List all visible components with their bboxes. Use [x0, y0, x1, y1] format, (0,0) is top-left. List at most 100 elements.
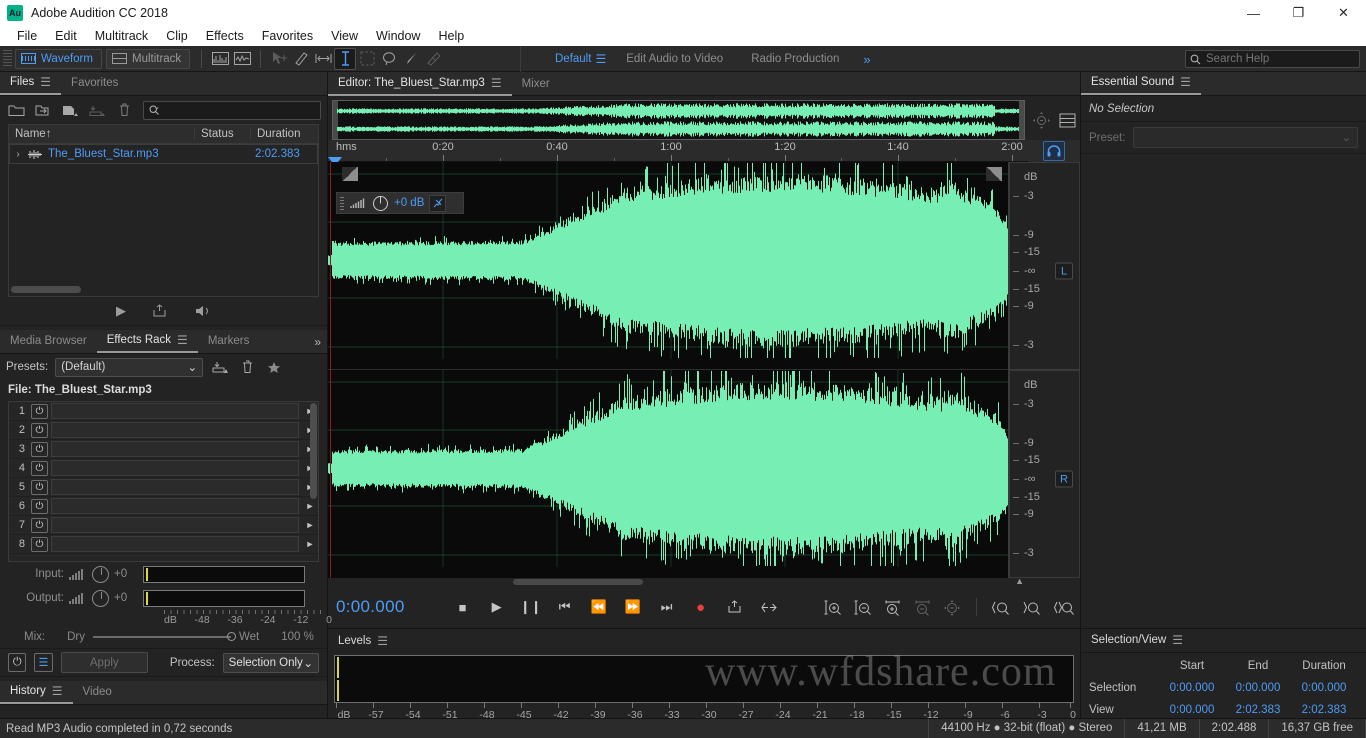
waveform-horizontal-scrollbar[interactable]: ▲	[328, 576, 1080, 586]
selection-end[interactable]: 0:00.000	[1225, 682, 1291, 694]
open-file-icon[interactable]	[6, 101, 26, 119]
editor-panel-menu-icon[interactable]: ☰	[491, 72, 502, 94]
slot-field[interactable]	[51, 498, 299, 514]
zoom-navigator-icon[interactable]	[1031, 111, 1051, 129]
history-panel-menu-icon[interactable]: ☰	[52, 680, 63, 702]
slot-arrow-icon[interactable]: ►	[302, 520, 318, 530]
status-file-size[interactable]: 41,21 MB	[1124, 719, 1198, 738]
power-icon[interactable]: ⏻	[31, 422, 48, 438]
play-icon[interactable]: ▶	[116, 303, 126, 319]
search-help-box[interactable]	[1185, 50, 1360, 68]
slot-field[interactable]	[51, 403, 299, 419]
spectral-frequency-display-icon[interactable]	[209, 48, 231, 70]
workspace-radio-production[interactable]: Radio Production	[737, 46, 853, 72]
column-name[interactable]: Name↑	[9, 128, 194, 140]
tab-mixer[interactable]: Mixer	[512, 72, 560, 96]
save-preset-icon[interactable]	[210, 358, 230, 376]
effect-slot[interactable]: 3 ⏻ ►	[9, 440, 318, 459]
preset-dropdown[interactable]: ⌄	[1133, 127, 1358, 148]
output-gain-knob[interactable]	[92, 589, 109, 607]
move-to-start-icon[interactable]: ⏮	[555, 597, 575, 617]
fast-forward-icon[interactable]: ⏩	[623, 597, 643, 617]
effect-slot[interactable]: 5 ⏻ ►	[9, 478, 318, 497]
new-file-icon[interactable]	[60, 101, 80, 119]
waveform-canvas[interactable]: +0 dB	[328, 162, 1008, 578]
gain-knob-icon[interactable]	[372, 195, 389, 212]
files-panel-menu-icon[interactable]: ☰	[40, 71, 51, 93]
rewind-icon[interactable]: ⏪	[589, 597, 609, 617]
status-sample-rate[interactable]: 44100 Hz ● 32-bit (float) ● Stereo	[928, 719, 1124, 738]
file-name[interactable]: The_Bluest_Star.mp3	[48, 148, 197, 160]
essential-sound-menu-icon[interactable]: ☰	[1180, 71, 1191, 93]
levels-meter[interactable]	[334, 655, 1074, 703]
slot-field[interactable]	[51, 517, 299, 533]
channel-badge-left[interactable]: L	[1055, 262, 1073, 280]
paintbrush-selection-tool-icon[interactable]	[400, 48, 422, 70]
zoom-out-full-icon[interactable]	[943, 599, 962, 616]
power-icon[interactable]: ⏻	[31, 460, 48, 476]
effects-list-view-button[interactable]: ☰	[34, 653, 53, 672]
delete-preset-icon[interactable]	[237, 358, 257, 376]
export-icon[interactable]	[725, 597, 745, 617]
tab-essential-sound[interactable]: Essential Sound ☰	[1081, 71, 1201, 95]
close-button[interactable]: ✕	[1321, 0, 1366, 26]
marquee-selection-tool-icon[interactable]	[356, 48, 378, 70]
effects-power-button[interactable]: ⏻	[8, 653, 27, 672]
view-start[interactable]: 0:00.000	[1159, 704, 1225, 716]
zoom-out-time-icon[interactable]	[913, 599, 932, 616]
files-search-input[interactable]	[160, 104, 320, 116]
time-selection-tool-icon[interactable]	[334, 47, 357, 70]
row-expander-icon[interactable]: ›	[10, 149, 26, 160]
effects-rack-scrollbar[interactable]	[310, 403, 317, 499]
fade-out-handle[interactable]	[986, 167, 1002, 181]
table-row[interactable]: › The_Bluest_Star.mp3 2:02.383	[9, 144, 318, 164]
power-icon[interactable]: ⏻	[31, 498, 48, 514]
delete-file-icon[interactable]	[114, 101, 134, 119]
pin-icon[interactable]	[429, 194, 447, 212]
files-search-box[interactable]	[143, 100, 321, 120]
toolbar-grip[interactable]	[3, 49, 12, 68]
zoom-to-selection-icon[interactable]	[1053, 599, 1075, 616]
menu-clip[interactable]: Clip	[157, 26, 197, 46]
tab-levels[interactable]: Levels ☰	[328, 629, 398, 653]
tab-files[interactable]: Files ☰	[0, 71, 62, 95]
tab-media-browser[interactable]: Media Browser	[0, 329, 97, 353]
current-time-display[interactable]: 0:00.000	[328, 597, 405, 617]
headphones-preview-icon[interactable]	[1043, 141, 1065, 161]
maximize-button[interactable]: ❐	[1276, 0, 1321, 26]
clip-gain-control[interactable]: +0 dB	[336, 192, 464, 214]
multitrack-mode-button[interactable]: Multitrack	[105, 48, 191, 69]
channel-badge-right[interactable]: R	[1055, 470, 1073, 488]
tab-selection-view[interactable]: Selection/View ☰	[1081, 628, 1193, 652]
stop-icon[interactable]: ■	[453, 597, 473, 617]
column-status[interactable]: Status	[194, 128, 250, 140]
export-file-icon[interactable]	[87, 101, 107, 119]
effects-panel-menu-icon[interactable]: ☰	[177, 329, 188, 351]
minimize-button[interactable]: —	[1231, 0, 1276, 26]
effects-tabs-more-icon[interactable]: »	[314, 335, 321, 349]
move-to-end-icon[interactable]: ⏭	[657, 597, 677, 617]
files-horizontal-scrollbar[interactable]	[11, 286, 81, 293]
slip-tool-icon[interactable]	[312, 48, 334, 70]
effect-slot[interactable]: 1 ⏻ ►	[9, 402, 318, 421]
amplitude-db-ruler[interactable]: dB -3 -9 -15 -∞ -15 -9 -3 L dB -3 -9 -15…	[1008, 162, 1080, 578]
power-icon[interactable]: ⏻	[31, 441, 48, 457]
status-free-space[interactable]: 16,37 GB free	[1268, 719, 1366, 738]
search-help-input[interactable]	[1206, 53, 1346, 65]
slot-field[interactable]	[51, 460, 299, 476]
tab-history[interactable]: History ☰	[0, 680, 73, 704]
workspace-edit-audio-to-video[interactable]: Edit Audio to Video	[612, 46, 737, 72]
loop-play-icon[interactable]	[193, 304, 211, 318]
zoom-out-amplitude-icon[interactable]	[853, 599, 872, 616]
view-duration[interactable]: 2:02.383	[1291, 704, 1357, 716]
effect-slot[interactable]: 6 ⏻ ►	[9, 497, 318, 516]
apply-button[interactable]: Apply	[60, 652, 148, 673]
clip-gain-grip[interactable]	[340, 196, 344, 210]
tab-editor[interactable]: Editor: The_Bluest_Star.mp3 ☰	[328, 72, 512, 96]
selection-view-menu-icon[interactable]: ☰	[1172, 629, 1183, 651]
export-icon[interactable]	[152, 304, 167, 318]
move-tool-icon[interactable]	[268, 48, 290, 70]
power-icon[interactable]: ⏻	[31, 479, 48, 495]
menu-favorites[interactable]: Favorites	[253, 26, 322, 46]
zoom-in-time-icon[interactable]	[883, 599, 902, 616]
